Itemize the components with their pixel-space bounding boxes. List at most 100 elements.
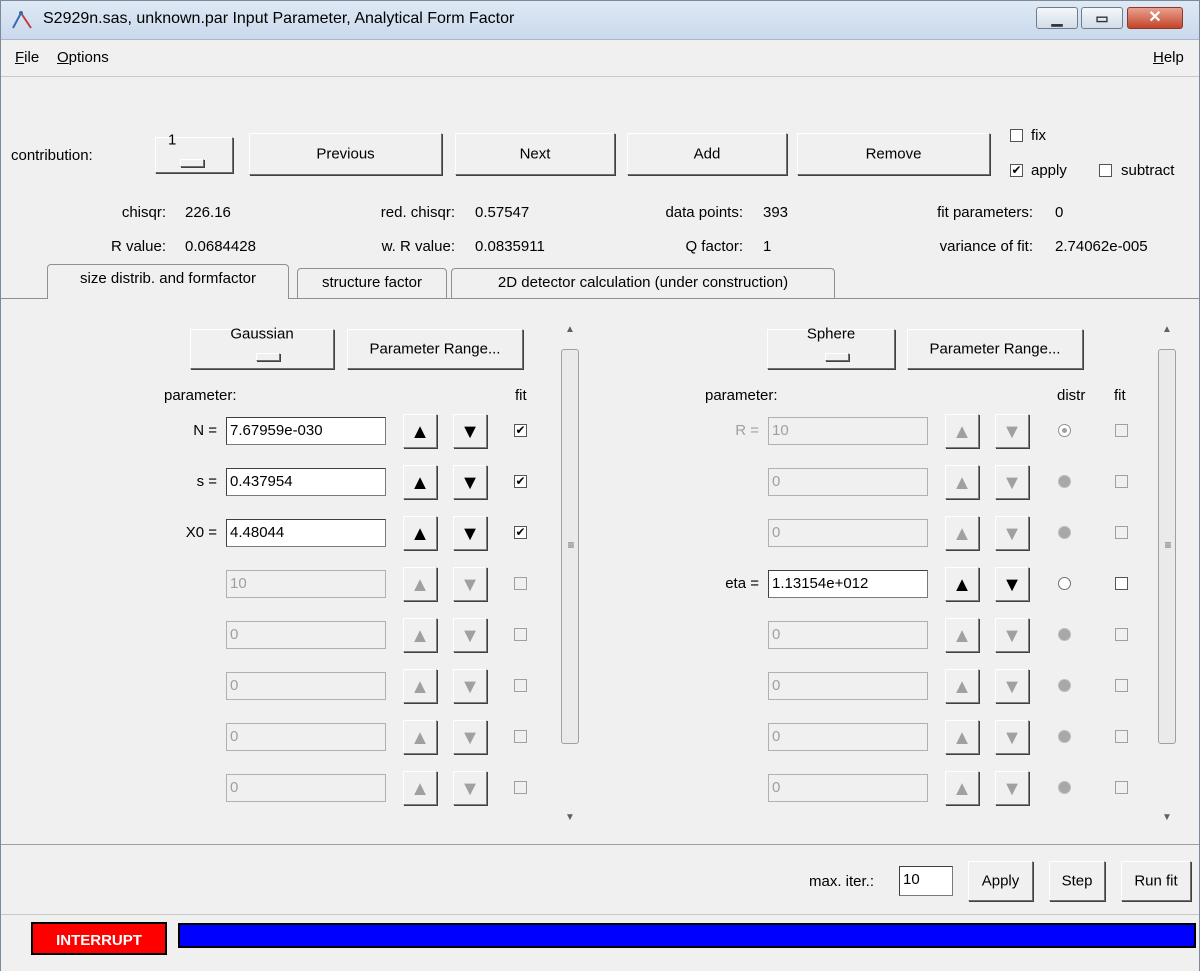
param-label: eta = — [725, 575, 759, 592]
max-iter-input[interactable]: 10 — [899, 866, 953, 896]
step-button-label: Step — [1061, 872, 1093, 890]
decrement-down-icon: ▼ — [453, 669, 487, 703]
scroll-down-icon[interactable]: ▼ — [1156, 807, 1178, 829]
contribution-select[interactable]: 1 — [155, 133, 233, 173]
remove-button[interactable]: Remove — [797, 133, 990, 175]
left-fit-header: fit — [515, 387, 527, 404]
previous-button[interactable]: Previous — [249, 133, 442, 175]
apply-checkbox[interactable]: ✔ — [1010, 164, 1023, 177]
add-button[interactable]: Add — [627, 133, 787, 175]
distr-radio — [1058, 475, 1071, 488]
dropdown-indicator-icon — [825, 353, 849, 362]
q-factor-label: Q factor: — [685, 238, 743, 255]
q-factor-value: 1 — [763, 238, 772, 255]
fit-parameters-label: fit parameters: — [937, 204, 1033, 221]
menu-help-mnemonic: H — [1153, 49, 1164, 66]
r-value-label: R value: — [110, 238, 166, 255]
title-bar: S2929n.sas, unknown.par Input Parameter,… — [1, 1, 1199, 40]
close-icon: ✕ — [1148, 9, 1162, 26]
param-value-input: 0 — [226, 672, 386, 700]
increment-up-icon[interactable]: ▲ — [945, 567, 979, 601]
tab-2d-detector[interactable]: 2D detector calculation (under construct… — [451, 268, 835, 298]
fit-checkbox[interactable]: ✔ — [514, 475, 527, 488]
check-icon: ✔ — [515, 423, 526, 437]
decrement-down-icon[interactable]: ▼ — [453, 516, 487, 550]
decrement-down-icon: ▼ — [995, 465, 1029, 499]
left-parameter-header: parameter: — [164, 387, 237, 404]
fit-checkbox[interactable]: ✔ — [514, 424, 527, 437]
menu-options[interactable]: Options — [57, 49, 109, 66]
check-icon: ✔ — [1011, 163, 1022, 177]
param-label: X0 = — [185, 524, 217, 541]
param-value-input: 0 — [226, 723, 386, 751]
apply-button[interactable]: Apply — [968, 861, 1033, 901]
param-value-input[interactable]: 7.67959e-030 — [226, 417, 386, 445]
param-value-input[interactable]: 1.13154e+012 — [768, 570, 928, 598]
param-value-input: 0 — [226, 774, 386, 802]
tab-structure-factor[interactable]: structure factor — [297, 268, 447, 298]
tab-bar: size distrib. and formfactor structure f… — [1, 264, 1199, 300]
right-scrollbar[interactable]: ▲ ≡ ▼ — [1156, 319, 1178, 829]
increment-up-icon: ▲ — [945, 465, 979, 499]
left-scroll-thumb[interactable]: ≡ — [561, 349, 579, 744]
left-param-range-button[interactable]: Parameter Range... — [347, 329, 523, 369]
increment-up-icon[interactable]: ▲ — [403, 465, 437, 499]
increment-up-icon: ▲ — [403, 618, 437, 652]
run-fit-button-label: Run fit — [1134, 872, 1178, 890]
tab-size-distrib[interactable]: size distrib. and formfactor — [47, 264, 289, 299]
check-icon: ✔ — [515, 525, 526, 539]
menu-help[interactable]: Help — [1153, 49, 1184, 66]
data-points-value: 393 — [763, 204, 789, 221]
menu-file-label: ile — [24, 49, 40, 66]
next-button[interactable]: Next — [455, 133, 615, 175]
param-label: s = — [196, 473, 217, 490]
tab-panel: Gaussian Parameter Range... parameter: f… — [1, 298, 1199, 845]
check-icon: ✔ — [515, 474, 526, 488]
distr-radio — [1058, 781, 1071, 794]
right-scroll-thumb[interactable]: ≡ — [1158, 349, 1176, 744]
increment-up-icon: ▲ — [945, 669, 979, 703]
fit-checkbox — [1115, 730, 1128, 743]
dropdown-indicator-icon — [256, 353, 280, 362]
increment-up-icon: ▲ — [945, 516, 979, 550]
menu-file[interactable]: File — [15, 49, 39, 66]
increment-up-icon[interactable]: ▲ — [403, 414, 437, 448]
decrement-down-icon: ▼ — [995, 720, 1029, 754]
decrement-down-icon: ▼ — [453, 618, 487, 652]
run-fit-button[interactable]: Run fit — [1121, 861, 1191, 901]
step-button[interactable]: Step — [1049, 861, 1105, 901]
increment-up-icon[interactable]: ▲ — [403, 516, 437, 550]
menu-options-label: ptions — [68, 49, 109, 66]
fit-parameters-value: 0 — [1055, 204, 1064, 221]
param-value-input[interactable]: 4.48044 — [226, 519, 386, 547]
distribution-select[interactable]: Gaussian — [190, 327, 334, 369]
right-fit-header: fit — [1114, 387, 1126, 404]
formfactor-select[interactable]: Sphere — [767, 327, 895, 369]
left-scrollbar[interactable]: ▲ ≡ ▼ — [559, 319, 581, 829]
maximize-button[interactable]: ▭ — [1081, 7, 1123, 29]
scroll-down-icon[interactable]: ▼ — [559, 807, 581, 829]
decrement-down-icon[interactable]: ▼ — [995, 567, 1029, 601]
distr-radio — [1058, 679, 1071, 692]
fit-checkbox[interactable]: ✔ — [514, 526, 527, 539]
decrement-down-icon[interactable]: ▼ — [453, 414, 487, 448]
decrement-down-icon[interactable]: ▼ — [453, 465, 487, 499]
fit-checkbox[interactable] — [1115, 577, 1128, 590]
decrement-down-icon: ▼ — [995, 618, 1029, 652]
fit-checkbox — [514, 679, 527, 692]
param-value-input[interactable]: 0.437954 — [226, 468, 386, 496]
close-button[interactable]: ✕ — [1127, 7, 1183, 29]
chisqr-value: 226.16 — [185, 204, 231, 221]
scroll-up-icon[interactable]: ▲ — [559, 319, 581, 341]
distr-radio[interactable] — [1058, 577, 1071, 590]
minimize-button[interactable]: ▁ — [1036, 7, 1078, 29]
decrement-down-icon: ▼ — [995, 516, 1029, 550]
grip-icon: ≡ — [567, 538, 575, 552]
variance-value: 2.74062e-005 — [1055, 238, 1148, 255]
fix-checkbox[interactable] — [1010, 129, 1023, 142]
right-param-range-button[interactable]: Parameter Range... — [907, 329, 1083, 369]
subtract-checkbox[interactable] — [1099, 164, 1112, 177]
interrupt-button[interactable]: INTERRUPT — [31, 922, 167, 955]
scroll-up-icon[interactable]: ▲ — [1156, 319, 1178, 341]
param-value-input: 0 — [768, 774, 928, 802]
